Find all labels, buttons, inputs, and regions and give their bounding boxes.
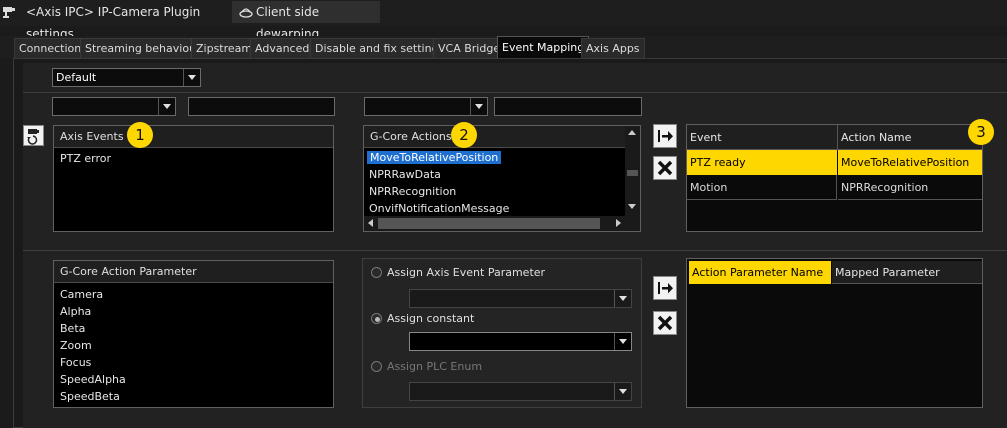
radio-assign-constant[interactable] <box>371 313 382 324</box>
chevron-down-icon <box>470 98 487 115</box>
tab-event-mapping[interactable]: Event Mapping <box>497 36 590 58</box>
tab-connection[interactable]: Connection <box>14 38 87 58</box>
profile-select[interactable]: Default <box>52 68 201 87</box>
scroll-down-icon[interactable] <box>628 204 636 209</box>
plc-enum-select <box>409 382 632 401</box>
tab-streaming-behaviour[interactable]: Streaming behaviour <box>80 38 206 58</box>
profile-select-value: Default <box>56 71 97 84</box>
table-cell-event[interactable]: Motion <box>687 175 837 200</box>
gcore-action-filter-select[interactable] <box>364 97 488 116</box>
list-item[interactable]: Zoom <box>60 339 92 352</box>
close-icon <box>657 160 673 176</box>
axis-event-filter-input[interactable] <box>188 97 335 116</box>
vertical-scrollbar[interactable] <box>625 126 640 216</box>
tab-plugin-settings[interactable]: <Axis IPC> IP-Camera Plugin settings <box>20 1 230 41</box>
callout-badge-2: 2 <box>451 122 477 148</box>
chevron-down-icon <box>614 290 631 307</box>
scroll-left-icon[interactable] <box>368 219 373 227</box>
list-item[interactable]: NPRRecognition <box>369 185 456 198</box>
tab-client-dewarping[interactable]: Client side dewarping <box>232 1 380 41</box>
list-item[interactable]: SpeedBeta <box>60 390 120 403</box>
gcore-actions-list[interactable]: G-Core Actions MoveToRelativePosition NP… <box>363 125 641 232</box>
table-cell-action[interactable]: NPRRecognition <box>838 175 982 200</box>
remove-parameter-mapping-button[interactable] <box>653 311 677 335</box>
axis-event-param-select <box>409 289 632 308</box>
tab-advanced[interactable]: Advanced <box>250 38 315 58</box>
column-header-action-name: Action Name <box>838 125 982 150</box>
axis-events-header: Axis Events <box>54 126 333 148</box>
assign-plc-enum-label: Assign PLC Enum <box>387 360 483 373</box>
gcore-action-filter-input[interactable] <box>494 97 642 116</box>
list-item[interactable]: Beta <box>60 322 85 335</box>
plugin-icon <box>2 4 18 20</box>
scrollbar-thumb[interactable] <box>378 218 600 229</box>
refresh-events-button[interactable] <box>23 125 44 146</box>
camera-refresh-icon <box>27 129 39 145</box>
divider-middle <box>23 250 1007 251</box>
arrow-right-icon <box>658 282 673 294</box>
chevron-down-icon <box>183 69 200 86</box>
table-cell-event[interactable]: PTZ ready <box>687 150 837 175</box>
arrow-right-icon <box>658 130 673 142</box>
column-header-action-parameter-name: Action Parameter Name <box>689 261 831 284</box>
callout-badge-3: 3 <box>968 119 994 145</box>
close-icon <box>657 315 673 331</box>
divider-top <box>23 92 1007 93</box>
horizontal-scrollbar[interactable] <box>364 216 640 231</box>
action-parameter-header: G-Core Action Parameter <box>54 261 333 283</box>
tab-disable-fix[interactable]: Disable and fix settings <box>310 38 450 58</box>
chevron-down-icon <box>614 383 631 400</box>
list-item[interactable]: SpeedAlpha <box>60 373 126 386</box>
scroll-up-icon[interactable] <box>628 130 636 135</box>
scroll-right-icon[interactable] <box>616 219 621 227</box>
tab-axis-apps[interactable]: Axis Apps <box>581 38 645 58</box>
constant-select[interactable] <box>409 332 632 351</box>
assign-axis-event-param-label: Assign Axis Event Parameter <box>387 266 546 279</box>
event-mapping-table[interactable]: Event Action Name PTZ ready MoveToRelati… <box>686 124 983 232</box>
radio-assign-axis-event-param[interactable] <box>371 267 382 278</box>
list-item[interactable]: Focus <box>60 356 91 369</box>
list-item[interactable]: NPRRawData <box>369 168 441 181</box>
remove-mapping-button[interactable] <box>653 156 677 180</box>
parameter-mapping-table[interactable]: Action Parameter Name Mapped Parameter <box>686 258 983 408</box>
column-header-mapped-parameter: Mapped Parameter <box>832 261 982 284</box>
table-cell-action[interactable]: MoveToRelativePosition <box>838 150 982 175</box>
tab-vca-bridge[interactable]: VCA Bridge <box>433 38 506 58</box>
gcore-actions-header: G-Core Actions <box>364 126 625 148</box>
tab-zipstream[interactable]: Zipstream <box>191 38 258 58</box>
callout-badge-1: 1 <box>127 122 153 148</box>
add-parameter-mapping-button[interactable] <box>653 276 677 300</box>
chevron-down-icon <box>614 333 631 350</box>
axis-events-list[interactable]: Axis Events PTZ error <box>53 125 334 232</box>
list-item[interactable]: Camera <box>60 288 103 301</box>
list-item-selected[interactable]: MoveToRelativePosition <box>367 151 502 164</box>
dewarp-icon <box>239 6 253 18</box>
assign-constant-label: Assign constant <box>387 312 475 325</box>
scrollbar-thumb[interactable] <box>627 170 638 176</box>
list-item[interactable]: PTZ error <box>60 152 111 165</box>
chevron-down-icon <box>158 98 175 115</box>
axis-event-filter-select[interactable] <box>52 97 176 116</box>
add-mapping-button[interactable] <box>653 124 677 148</box>
radio-assign-plc-enum[interactable] <box>371 361 382 372</box>
list-item[interactable]: OnvifNotificationMessage <box>369 202 509 215</box>
column-header-event: Event <box>687 125 838 150</box>
action-parameter-list[interactable]: G-Core Action Parameter Camera Alpha Bet… <box>53 260 334 408</box>
list-item[interactable]: Alpha <box>60 305 91 318</box>
